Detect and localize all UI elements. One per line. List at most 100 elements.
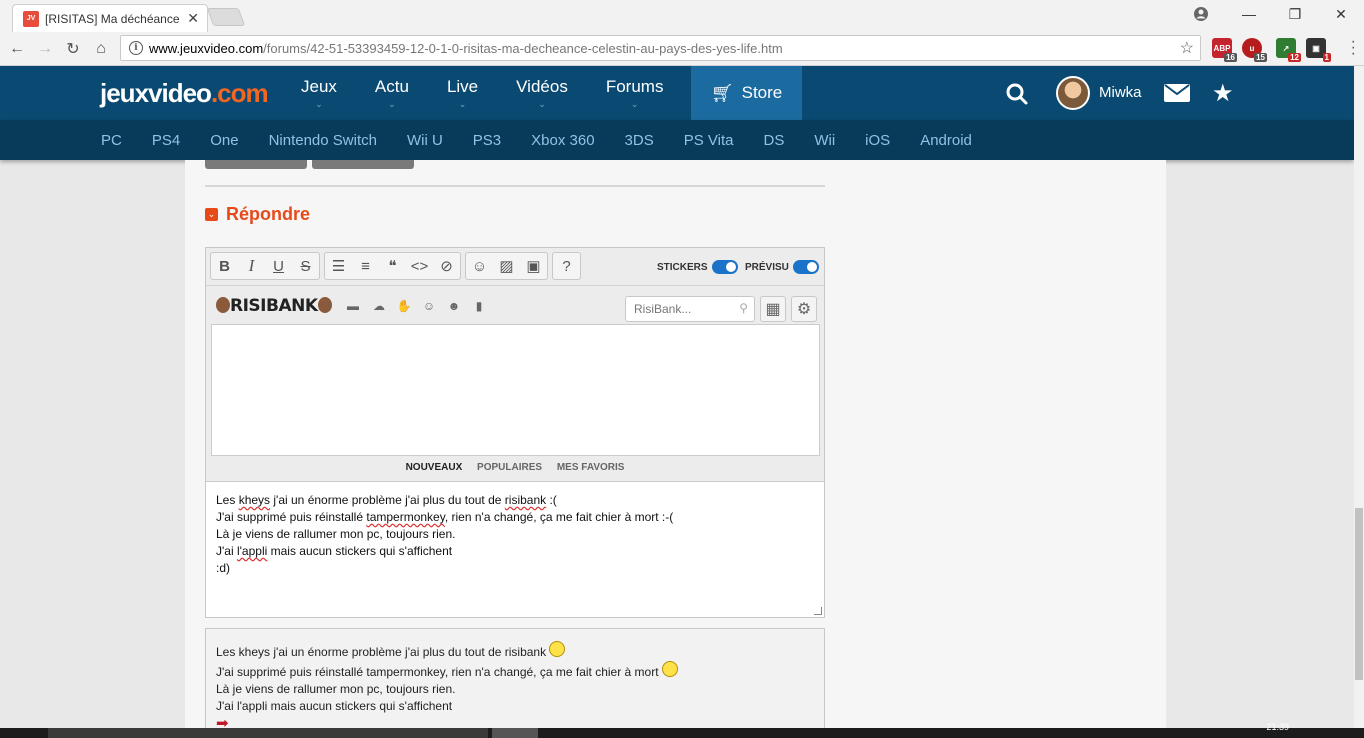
- tab-nouveaux[interactable]: NOUVEAUX: [406, 462, 463, 473]
- nav-forums[interactable]: Forums ⌄: [587, 66, 683, 120]
- risitas-face-icon: [216, 297, 230, 313]
- risi-category-icon[interactable]: ☁: [372, 299, 386, 313]
- avatar[interactable]: [1056, 76, 1090, 110]
- platform-link[interactable]: PS3: [458, 132, 516, 149]
- platform-link[interactable]: DS: [749, 132, 800, 149]
- numbered-list-icon[interactable]: ≡: [352, 253, 379, 279]
- toggle-switch[interactable]: [792, 260, 819, 274]
- user-name[interactable]: Miwka: [1099, 84, 1142, 101]
- home-icon[interactable]: ⌂: [90, 38, 112, 60]
- store-button[interactable]: 🛒︎ Store: [691, 66, 802, 120]
- code-icon[interactable]: <>: [406, 253, 433, 279]
- page-scrollbar[interactable]: [1354, 66, 1364, 728]
- ublock-icon[interactable]: u 15: [1242, 38, 1267, 62]
- smiley-icon[interactable]: ☺: [466, 253, 493, 279]
- message-textarea[interactable]: Les kheys j'ai un énorme problème j'ai p…: [206, 481, 824, 617]
- site-info-icon[interactable]: i: [129, 41, 143, 55]
- favorites-star-icon[interactable]: ★: [1212, 79, 1234, 108]
- search-icon[interactable]: [1005, 82, 1029, 106]
- platform-link[interactable]: Xbox 360: [516, 132, 609, 149]
- address-bar[interactable]: i www.jeuxvideo.com/forums/42-51-5339345…: [120, 35, 1201, 61]
- video-icon[interactable]: ▣: [520, 253, 547, 279]
- underline-button[interactable]: U: [265, 253, 292, 279]
- italic-button[interactable]: I: [238, 253, 265, 279]
- profile-icon[interactable]: [1178, 0, 1224, 28]
- sticker-tabs: NOUVEAUX POPULAIRES MES FAVORIS: [206, 462, 824, 473]
- abp-icon[interactable]: ABP 16: [1212, 38, 1237, 62]
- spoiler-icon[interactable]: ⊘: [433, 253, 460, 279]
- toggle-switch[interactable]: [711, 260, 738, 274]
- preview-line: Les kheys j'ai un énorme problème j'ai p…: [216, 641, 814, 661]
- minimize-icon[interactable]: —: [1226, 0, 1272, 28]
- preview-toggle[interactable]: PRÉVISU: [745, 260, 819, 274]
- risibank-logo[interactable]: RISIBANK: [216, 296, 332, 316]
- url-path: /forums/42-51-53393459-12-0-1-0-risitas-…: [263, 40, 783, 56]
- close-tab-icon[interactable]: ✕: [187, 10, 199, 27]
- reload-icon[interactable]: ↻: [62, 38, 84, 60]
- browser-tabstrip: JV [RISITAS] Ma déchéance ✕ — ❐ ✕: [0, 0, 1364, 32]
- risi-category-icon[interactable]: ♀: [322, 299, 336, 313]
- risi-category-icon[interactable]: ☺: [422, 299, 436, 313]
- sticker-grid[interactable]: [211, 324, 820, 456]
- new-tab-button[interactable]: [206, 8, 246, 26]
- bullet-list-icon[interactable]: ☰: [325, 253, 352, 279]
- browser-menu-icon[interactable]: · · ·: [1351, 34, 1356, 62]
- extension-green-icon[interactable]: ↗ 12: [1276, 38, 1301, 62]
- resize-handle[interactable]: [814, 607, 822, 615]
- quote-icon[interactable]: ❝: [379, 253, 406, 279]
- platform-link[interactable]: PC: [86, 132, 137, 149]
- platform-link[interactable]: Wii U: [392, 132, 458, 149]
- browser-tab[interactable]: JV [RISITAS] Ma déchéance ✕: [12, 4, 208, 32]
- nav-actu[interactable]: Actu ⌄: [356, 66, 428, 120]
- risi-category-icon[interactable]: ☻: [447, 299, 461, 313]
- reply-header[interactable]: ⌄ Répondre: [205, 204, 310, 225]
- risi-category-icon[interactable]: ✋: [397, 299, 412, 313]
- tab-title: [RISITAS] Ma déchéance: [45, 11, 180, 26]
- risi-category-icon[interactable]: ▮: [472, 299, 486, 313]
- scroll-thumb[interactable]: [1355, 508, 1363, 680]
- platform-link[interactable]: One: [195, 132, 253, 149]
- nav-videos[interactable]: Vidéos ⌄: [497, 66, 587, 120]
- forward-icon[interactable]: →: [34, 38, 56, 60]
- post-action-button[interactable]: [312, 160, 414, 169]
- strikethrough-button[interactable]: S: [292, 253, 319, 279]
- close-window-icon[interactable]: ✕: [1318, 0, 1364, 28]
- platform-link[interactable]: PS4: [137, 132, 195, 149]
- risibank-search-input[interactable]: RisiBank... ⚲: [625, 296, 755, 322]
- gear-icon[interactable]: ⚙: [791, 296, 817, 322]
- format-group: ?: [552, 252, 581, 280]
- risi-category-icon[interactable]: ▬: [346, 299, 360, 313]
- extension-dark-icon[interactable]: ▣ 1: [1306, 38, 1331, 62]
- tab-mes-favoris[interactable]: MES FAVORIS: [557, 462, 625, 473]
- grid-view-icon[interactable]: ▦: [760, 296, 786, 322]
- image-icon[interactable]: ▨: [493, 253, 520, 279]
- misspelled-word: risibank: [504, 493, 547, 507]
- url-host: www.jeuxvideo.com: [149, 40, 264, 56]
- taskbar-item[interactable]: [492, 728, 538, 738]
- stickers-toggle[interactable]: STICKERS: [657, 260, 738, 274]
- taskbar-item[interactable]: [48, 728, 488, 738]
- platform-link[interactable]: Android: [905, 132, 987, 149]
- collapse-icon[interactable]: ⌄: [205, 208, 218, 221]
- sad-smiley-icon: [549, 641, 566, 657]
- search-placeholder: RisiBank...: [634, 302, 692, 316]
- platform-link[interactable]: 3DS: [610, 132, 669, 149]
- bold-button[interactable]: B: [211, 253, 238, 279]
- post-action-button[interactable]: [205, 160, 307, 169]
- nav-jeux[interactable]: Jeux ⌄: [282, 66, 356, 120]
- tab-populaires[interactable]: POPULAIRES: [477, 462, 542, 473]
- platform-link[interactable]: iOS: [850, 132, 905, 149]
- risibank-bar: RISIBANK ♀ ▬ ☁ ✋ ☺ ☻ ▮ RisiBank... ⚲ ▦ ⚙: [206, 285, 824, 323]
- platform-link[interactable]: Wii: [799, 132, 850, 149]
- os-taskbar: 21:39: [0, 722, 1364, 738]
- nav-live[interactable]: Live ⌄: [428, 66, 497, 120]
- help-icon[interactable]: ?: [553, 253, 580, 279]
- platform-link[interactable]: PS Vita: [669, 132, 749, 149]
- bookmark-star-icon[interactable]: ☆: [1180, 38, 1194, 58]
- platform-link[interactable]: Nintendo Switch: [254, 132, 392, 149]
- message-line: :d): [216, 561, 231, 575]
- mail-icon[interactable]: [1164, 84, 1190, 102]
- back-icon[interactable]: ←: [6, 38, 28, 60]
- restore-icon[interactable]: ❐: [1272, 0, 1318, 28]
- site-logo[interactable]: jeuxvideo.com: [100, 78, 269, 109]
